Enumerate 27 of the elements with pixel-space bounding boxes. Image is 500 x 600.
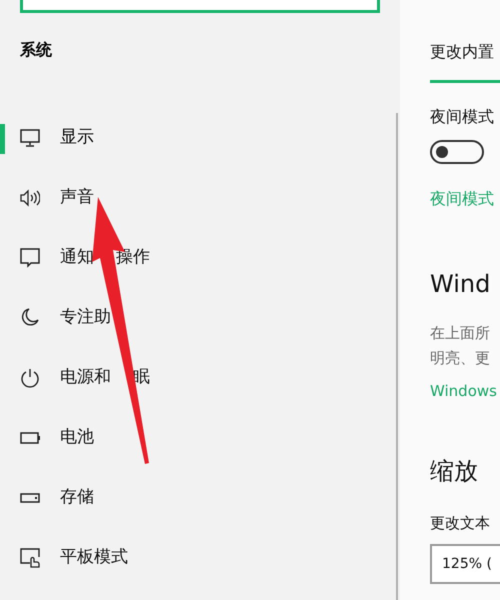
night-mode-toggle[interactable] bbox=[430, 140, 484, 164]
tablet-hand-icon bbox=[20, 548, 40, 568]
sidebar-item[interactable]: 通知 bbox=[60, 245, 94, 271]
slider-label: 更改内置 bbox=[430, 41, 494, 63]
dropdown-label: 更改文本 bbox=[430, 513, 490, 534]
monitor-icon bbox=[20, 129, 40, 147]
section-title: Wind bbox=[430, 269, 490, 300]
power-icon bbox=[20, 368, 40, 388]
description-text: 在上面所 bbox=[430, 323, 490, 344]
sidebar-item[interactable]: 电源和 bbox=[60, 365, 111, 391]
drive-icon bbox=[20, 493, 40, 503]
sidebar-item[interactable]: 专注助 bbox=[60, 305, 111, 331]
speech-bubble-icon bbox=[20, 248, 40, 268]
battery-icon bbox=[20, 432, 40, 444]
sidebar-item[interactable]: 存储 bbox=[60, 485, 94, 511]
moon-icon bbox=[20, 308, 40, 328]
sidebar-item[interactable]: 平板模式 bbox=[60, 545, 128, 571]
sidebar-item[interactable]: 电池 bbox=[60, 425, 94, 451]
sidebar-item[interactable]: 显示 bbox=[60, 125, 94, 151]
sidebar-item[interactable]: 声音 bbox=[60, 185, 94, 211]
section-title: 系统 bbox=[19, 39, 53, 61]
speaker-icon bbox=[20, 189, 40, 207]
section-title: 缩放 bbox=[430, 456, 478, 487]
toggle-label: 夜间模式 bbox=[430, 106, 494, 128]
sidebar-item[interactable]: 操作 bbox=[116, 245, 150, 271]
scale-dropdown[interactable]: 125% ( bbox=[430, 544, 500, 584]
description-text: 明亮、更 bbox=[430, 348, 490, 369]
